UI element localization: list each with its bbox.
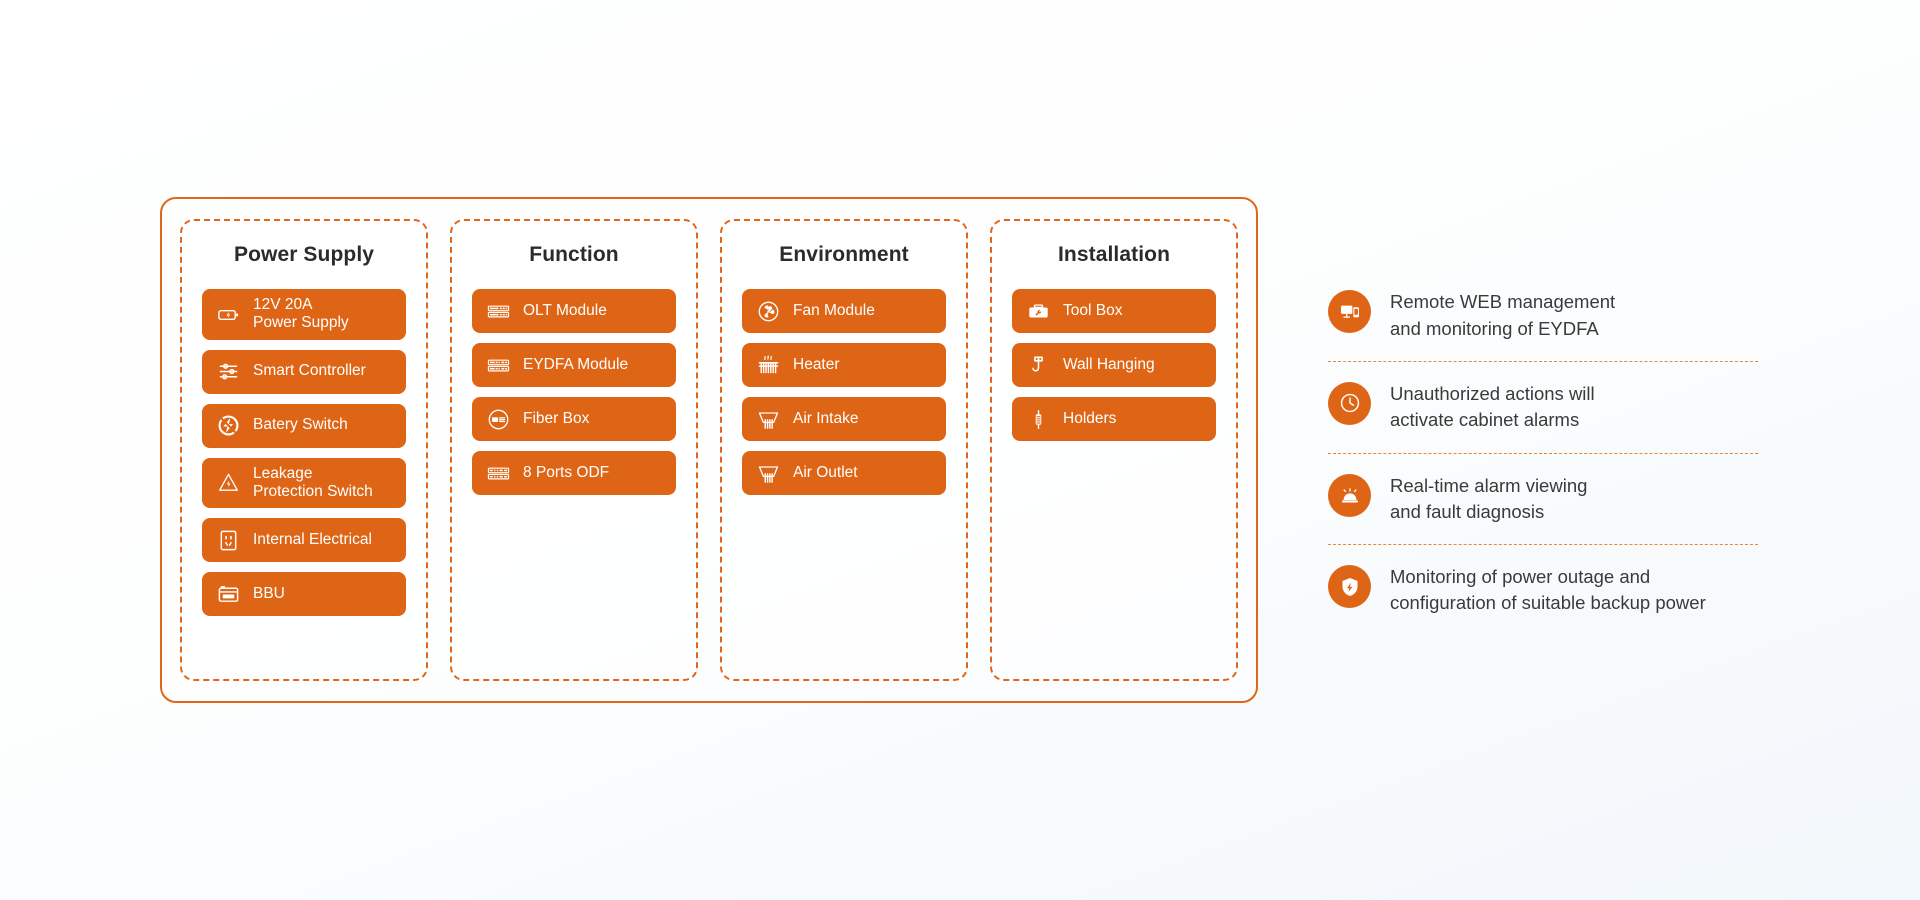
- air-outlet-icon: [756, 461, 780, 485]
- spec-item-label: Batery Switch: [253, 416, 348, 434]
- spec-item-label: Holders: [1063, 409, 1117, 427]
- spec-item-label: Wall Hanging: [1063, 355, 1155, 373]
- olt-module-icon: [486, 299, 510, 323]
- column-items: Fan Module Heater Air Intake Air Outlet: [742, 289, 946, 495]
- spec-item-label: OLT Module: [523, 301, 607, 319]
- spec-item-air-intake[interactable]: Air Intake: [742, 397, 946, 441]
- feature-item-text: Remote WEB management and monitoring of …: [1390, 291, 1616, 339]
- radiator-heater-icon: [756, 353, 780, 377]
- spec-column-function: Function OLT Module EYDFA Module Fiber B…: [450, 219, 698, 681]
- spec-item-heater[interactable]: Heater: [742, 343, 946, 387]
- spec-item-fiber-box[interactable]: Fiber Box: [472, 397, 676, 441]
- spec-item-label: Air Intake: [793, 409, 859, 427]
- spec-item-label: Fiber Box: [523, 409, 590, 427]
- spec-item-batery-switch[interactable]: Batery Switch: [202, 403, 406, 448]
- page-root: Power Supply 12V 20A Power Supply Smart …: [0, 0, 1920, 900]
- spec-item-label: Heater: [793, 355, 840, 373]
- spec-item-label: EYDFA Module: [523, 355, 629, 373]
- fan-icon: [756, 299, 780, 323]
- spec-item-bbu[interactable]: BBU: [202, 572, 406, 617]
- spec-item-internal-electrical[interactable]: Internal Electrical: [202, 518, 406, 563]
- spec-item-label: Smart Controller: [253, 362, 366, 380]
- column-title: Power Supply: [233, 243, 375, 266]
- battery-icon: [216, 302, 240, 326]
- spec-item-smart-controller[interactable]: Smart Controller: [202, 349, 406, 394]
- spec-column-installation: Installation Tool Box Wall Hanging Holde…: [990, 219, 1238, 681]
- column-items: 12V 20A Power Supply Smart Controller Ba…: [202, 289, 406, 617]
- spec-item-label: Leakage Protection Switch: [253, 464, 373, 500]
- spec-item-tool-box[interactable]: Tool Box: [1012, 289, 1216, 333]
- power-outlet-icon: [216, 528, 240, 552]
- spec-column-power-supply: Power Supply 12V 20A Power Supply Smart …: [180, 219, 428, 681]
- fiber-box-icon: [486, 407, 510, 431]
- feature-item-text: Real-time alarm viewing and fault diagno…: [1390, 474, 1588, 522]
- holder-icon: [1026, 407, 1050, 431]
- toolbox-icon: [1026, 299, 1050, 323]
- eydfa-module-icon: [486, 353, 510, 377]
- feature-list: Remote WEB management and monitoring of …: [1328, 264, 1758, 635]
- column-items: Tool Box Wall Hanging Holders: [1012, 289, 1216, 441]
- warning-bolt-icon: [216, 471, 240, 495]
- air-intake-icon: [756, 407, 780, 431]
- feature-item-unauthorized-actions-alarm: Unauthorized actions will activate cabin…: [1328, 360, 1758, 453]
- spec-item-eydfa-module[interactable]: EYDFA Module: [472, 343, 676, 387]
- spec-item-air-outlet[interactable]: Air Outlet: [742, 451, 946, 495]
- spec-item-wall-hanging[interactable]: Wall Hanging: [1012, 343, 1216, 387]
- spec-panel: Power Supply 12V 20A Power Supply Smart …: [160, 197, 1258, 703]
- column-title: Environment: [779, 243, 909, 266]
- feature-item-text: Unauthorized actions will activate cabin…: [1390, 382, 1595, 431]
- feature-item-realtime-alarm-viewing: Real-time alarm viewing and fault diagno…: [1328, 452, 1758, 545]
- alarm-bell-icon: [1328, 473, 1371, 517]
- spec-item-label: 12V 20A Power Supply: [253, 296, 349, 332]
- odf-ports-icon: [486, 461, 510, 485]
- shield-bolt-icon: [1328, 565, 1371, 609]
- spec-item-label: Fan Module: [793, 301, 875, 319]
- spec-item-label: Air Outlet: [793, 463, 858, 481]
- spec-item-12v-20a-power-supply[interactable]: 12V 20A Power Supply: [202, 289, 406, 340]
- spec-item-fan-module[interactable]: Fan Module: [742, 289, 946, 333]
- monitor-phone-icon: [1328, 290, 1371, 334]
- spec-item-label: Internal Electrical: [253, 530, 372, 548]
- feature-item-text: Monitoring of power outage and configura…: [1390, 566, 1706, 614]
- spec-item-leakage-protection-switch[interactable]: Leakage Protection Switch: [202, 457, 406, 509]
- column-title: Installation: [1057, 243, 1171, 266]
- content-area: Power Supply 12V 20A Power Supply Smart …: [0, 197, 1920, 703]
- spec-item-label: BBU: [253, 584, 285, 602]
- sliders-icon: [216, 360, 240, 384]
- power-bolt-icon: [216, 414, 240, 438]
- spec-item-label: Tool Box: [1063, 301, 1123, 319]
- column-title: Function: [529, 243, 619, 266]
- feature-item-remote-web-management: Remote WEB management and monitoring of …: [1328, 270, 1758, 361]
- wall-hook-icon: [1026, 353, 1050, 377]
- clock-icon: [1328, 381, 1371, 425]
- spec-item-8-ports-odf[interactable]: 8 Ports ODF: [472, 451, 676, 495]
- spec-item-label: 8 Ports ODF: [523, 463, 610, 481]
- column-items: OLT Module EYDFA Module Fiber Box 8 Port…: [472, 289, 676, 495]
- spec-item-olt-module[interactable]: OLT Module: [472, 289, 676, 333]
- spec-item-holders[interactable]: Holders: [1012, 397, 1216, 441]
- feature-item-power-outage-monitoring: Monitoring of power outage and configura…: [1328, 544, 1758, 636]
- bbu-unit-icon: [216, 582, 240, 606]
- spec-column-environment: Environment Fan Module Heater Air Intake…: [720, 219, 968, 681]
